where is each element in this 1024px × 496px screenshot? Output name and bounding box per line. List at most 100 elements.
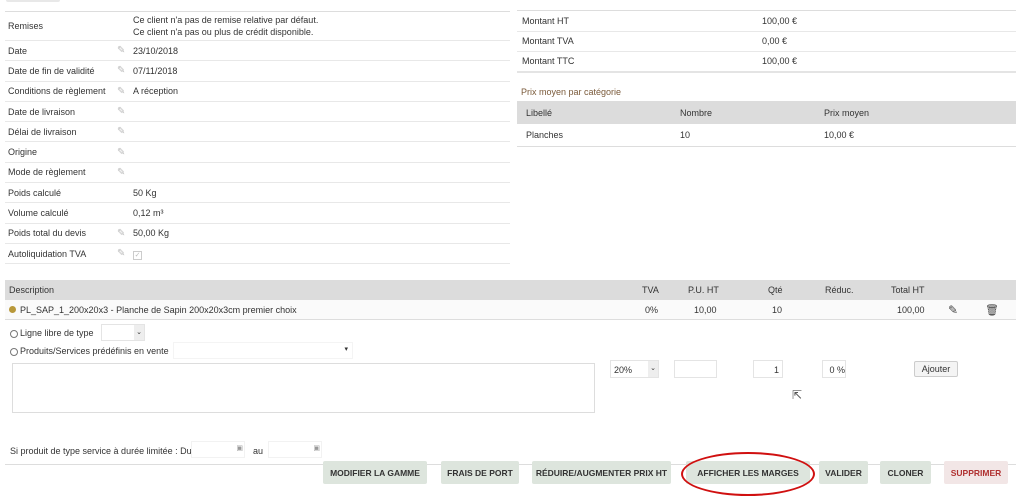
product-link[interactable]: PL_SAP_1_200x20x3 [20,305,108,315]
unit-price-input[interactable] [674,360,717,378]
total-ht: Montant HT 100,00 € [517,11,1016,32]
col-tva: TVA [642,285,659,295]
table-row: Planches 10 10,00 € [517,124,1016,147]
pencil-icon[interactable]: ✎ [117,126,133,137]
top-button-fragment[interactable] [6,0,60,2]
label: Montant TVA [522,36,574,47]
delete-button[interactable]: SUPPRIMER [944,461,1008,484]
to-label: au [253,446,264,456]
pencil-icon[interactable]: ✎ [117,86,133,97]
row-remises: Remises Ce client n'a pas de remise rela… [5,12,510,41]
table-row: PL_SAP_1_200x20x3 - Planche de Sapin 200… [5,300,1016,320]
total: 100,00 [897,304,925,315]
label: Mode de règlement [8,167,86,178]
row-delivery-date: Date de livraison ✎ [5,102,510,123]
product-select[interactable]: ▾ [173,342,353,359]
value: 23/10/2018 [133,45,179,56]
add-button[interactable]: Ajouter [914,361,958,377]
cursor-icon: ⇱ [792,388,803,402]
label: Remises [8,21,44,31]
product-icon [9,305,16,315]
validate-button[interactable]: VALIDER [819,461,868,484]
highlight-circle [681,452,815,496]
pencil-icon[interactable]: ✎ [117,106,133,117]
cell: Planches [526,130,564,140]
date-from-input[interactable]: ▣ [191,441,245,458]
cell: 10,00 € [824,130,855,140]
trash-icon[interactable]: 🗑 [985,303,999,316]
pencil-icon[interactable]: ✎ [117,167,133,178]
date-to-input[interactable]: ▣ [268,441,322,458]
lines-header: Description TVA P.U. HT Qté Réduc. Total… [5,280,1016,300]
quantity-input[interactable]: 1 [753,360,783,378]
avg-price-table: Libellé Nombre Prix moyen Planches 10 10,00 … [517,101,1016,147]
pencil-icon[interactable]: ✎ [117,228,133,239]
discount-input[interactable]: 0 % [822,360,846,378]
value: 100,00 € [762,56,798,67]
tva: 0% [645,304,659,315]
col-reduc: Réduc. [825,285,854,295]
label: Autoliquidation TVA [8,248,87,259]
checkbox: ✓ [133,250,142,260]
add-line-form: Ligne libre de type ⌄ Produits/Services … [5,320,1016,465]
tva-select[interactable]: 20% ⌄ [610,360,659,378]
pencil-icon[interactable]: ✎ [117,147,133,158]
discount-note: Ce client n'a pas de remise relative par… [133,15,319,25]
label: Volume calculé [8,208,69,219]
col-total: Total HT [891,285,925,295]
label: Origine [8,147,38,158]
calendar-icon[interactable]: ▣ [313,444,320,452]
lines-table: Description TVA P.U. HT Qté Réduc. Total… [5,280,1016,465]
label: Date [8,45,28,56]
row-total-weight: Poids total du devis ✎ 50,00 Kg [5,224,510,244]
free-line-radio[interactable] [10,329,18,338]
totals-table: Montant HT 100,00 € Montant TVA 0,00 € Mon… [517,10,1016,73]
total-ttc: Montant TTC 100,00 € [517,52,1016,73]
col-qty: Qté [768,285,783,295]
label: Date de fin de validité [8,65,95,76]
pencil-icon[interactable]: ✎ [117,45,133,56]
line-type-select[interactable]: ⌄ [101,324,145,341]
row-weight: Poids calculé 50 Kg [5,183,510,204]
col-count: Nombre [680,107,713,118]
row-volume: Volume calculé 0,12 m³ [5,203,510,224]
label: Poids calculé [8,187,62,198]
row-validity: Date de fin de validité ✎ 07/11/2018 [5,61,510,82]
value: 50,00 Kg [133,228,170,239]
col-label: Libellé [526,107,553,118]
label: Montant HT [522,15,570,26]
row-delivery-delay: Délai de livraison ✎ [5,122,510,143]
product-label: - Planche de Sapin 200x20x3cm premier ch… [108,304,297,315]
clone-button[interactable]: CLONER [880,461,931,484]
value: A réception [133,86,179,97]
shipping-costs-button[interactable]: FRAIS DE PORT [441,461,519,484]
value: 100,00 € [762,15,798,26]
service-label: Si produit de type service à durée limit… [10,446,192,456]
credit-note: Ce client n'a pas ou plus de crédit disp… [133,27,314,37]
modify-range-button[interactable]: MODIFIER LA GAMME [323,461,427,484]
row-origin: Origine ✎ [5,142,510,163]
row-payment-terms: Conditions de règlement ✎ A réception [5,82,510,102]
free-line-label: Ligne libre de type [20,328,94,338]
col-pu: P.U. HT [688,285,719,295]
value: 50 Kg [133,187,157,198]
value: 07/11/2018 [133,65,178,76]
adjust-price-button[interactable]: RÉDUIRE/AUGMENTER PRIX HT [532,461,671,484]
cell: 10 [680,130,691,140]
label: Poids total du devis [8,228,87,239]
col-avg: Prix moyen [824,107,870,118]
description-textarea[interactable] [12,363,595,413]
table-header: Libellé Nombre Prix moyen [517,101,1016,124]
pencil-icon[interactable]: ✎ [117,248,133,259]
pencil-icon[interactable]: ✎ [117,65,133,76]
label: Délai de livraison [8,126,77,137]
value: 0,00 € [762,36,788,47]
quantity: 10 [772,304,783,315]
row-autoliquidation: Autoliquidation TVA ✎ ✓ [5,244,510,265]
predefined-radio[interactable] [10,347,18,356]
edit-icon[interactable]: ✎ [948,303,958,317]
calendar-icon[interactable]: ▣ [236,444,243,452]
value: 0,12 m³ [133,208,164,219]
row-payment-mode: Mode de règlement ✎ [5,163,510,184]
total-tva: Montant TVA 0,00 € [517,32,1016,52]
